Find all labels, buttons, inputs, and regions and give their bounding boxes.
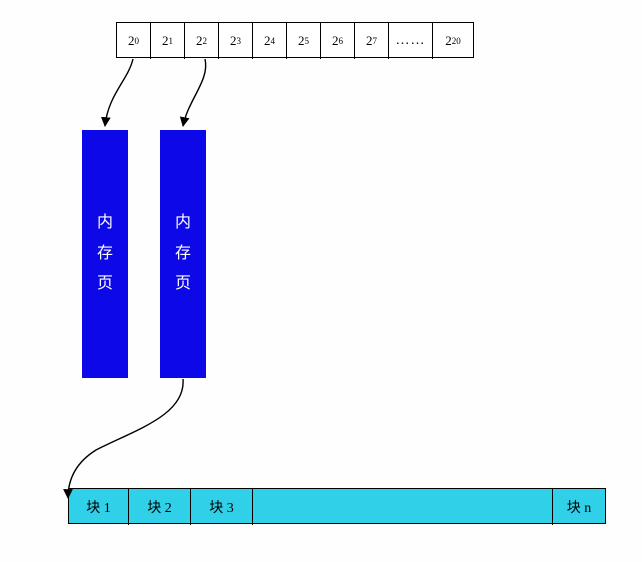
power-array: 20 21 22 23 24 25 26 27 …… 220 (116, 22, 474, 58)
memory-page-a: 内 存 页 (82, 130, 128, 378)
memory-page-b: 内 存 页 (160, 130, 206, 378)
array-cell-6: 26 (321, 23, 355, 59)
array-cell-7: 27 (355, 23, 389, 59)
array-cell-2: 22 (185, 23, 219, 59)
mem-char-2: 存 (97, 239, 113, 269)
diagram-stage: 20 21 22 23 24 25 26 27 …… 220 内 存 页 内 存… (0, 0, 642, 562)
mem-char-2: 存 (175, 239, 191, 269)
array-cell-5: 25 (287, 23, 321, 59)
array-cell-3: 23 (219, 23, 253, 59)
array-cell-dots: …… (389, 23, 433, 59)
array-cell-n: 220 (433, 23, 473, 59)
block-3: 块 3 (191, 489, 253, 525)
block-middle (253, 489, 553, 525)
mem-char-3: 页 (175, 269, 191, 299)
array-cell-0: 20 (117, 23, 151, 59)
mem-char-3: 页 (97, 269, 113, 299)
mem-char-1: 内 (97, 208, 113, 238)
mem-char-1: 内 (175, 208, 191, 238)
block-2: 块 2 (129, 489, 191, 525)
arrow-cell2-to-page-b (183, 59, 206, 126)
block-bar: 块 1 块 2 块 3 块 n (68, 488, 606, 524)
array-cell-1: 21 (151, 23, 185, 59)
array-cell-4: 24 (253, 23, 287, 59)
arrow-cell0-to-page-a (105, 59, 133, 126)
arrow-page-b-to-blocks (68, 379, 183, 498)
block-1: 块 1 (69, 489, 129, 525)
block-n: 块 n (553, 489, 605, 525)
